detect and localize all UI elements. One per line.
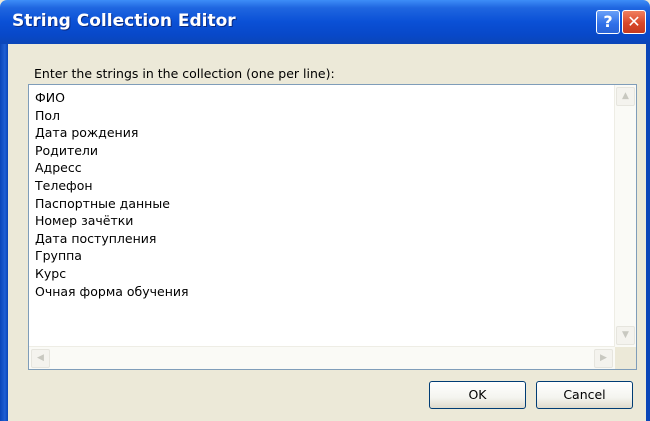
window-frame-right [646, 44, 650, 421]
string-line: Паспортные данные [35, 195, 170, 211]
strings-textarea[interactable]: ФИО Пол Дата рождения Родители Адресс Те… [28, 84, 637, 370]
question-mark-icon: ? [603, 12, 613, 31]
vertical-scrollbar[interactable]: ▲ ▼ [614, 85, 636, 347]
string-line: Дата поступления [35, 230, 157, 246]
title-bar[interactable]: String Collection Editor ? ✕ [0, 0, 650, 44]
cancel-button[interactable]: Cancel [536, 381, 633, 409]
string-line: Дата рождения [35, 125, 139, 141]
scroll-up-arrow-icon[interactable]: ▲ [616, 87, 635, 106]
scroll-left-arrow-icon[interactable]: ◀ [31, 349, 50, 368]
string-line: Номер зачётки [35, 213, 134, 229]
ok-button[interactable]: OK [429, 381, 526, 409]
window-title: String Collection Editor [12, 11, 236, 31]
string-line: Очная форма обучения [35, 283, 189, 299]
help-button[interactable]: ? [596, 10, 620, 34]
string-line: Группа [35, 248, 82, 264]
close-button[interactable]: ✕ [622, 10, 646, 34]
string-line: ФИО [35, 90, 65, 105]
window-frame-left [0, 44, 8, 421]
instruction-label: Enter the strings in the collection (one… [34, 66, 335, 81]
string-collection-editor-dialog: String Collection Editor ? ✕ Enter the s… [0, 0, 650, 421]
close-icon: ✕ [627, 12, 641, 31]
string-line: Пол [35, 107, 61, 123]
strings-list: ФИО Пол Дата рождения Родители Адресс Те… [35, 89, 615, 300]
scroll-right-arrow-icon[interactable]: ▶ [594, 349, 613, 368]
string-line: Курс [35, 265, 67, 281]
string-line: Родители [35, 142, 99, 158]
scroll-down-arrow-icon[interactable]: ▼ [616, 326, 635, 345]
string-line: Телефон [35, 177, 93, 193]
horizontal-scrollbar[interactable]: ◀ ▶ [29, 346, 615, 369]
string-line: Адресс [35, 160, 82, 176]
scrollbar-corner [615, 347, 636, 369]
